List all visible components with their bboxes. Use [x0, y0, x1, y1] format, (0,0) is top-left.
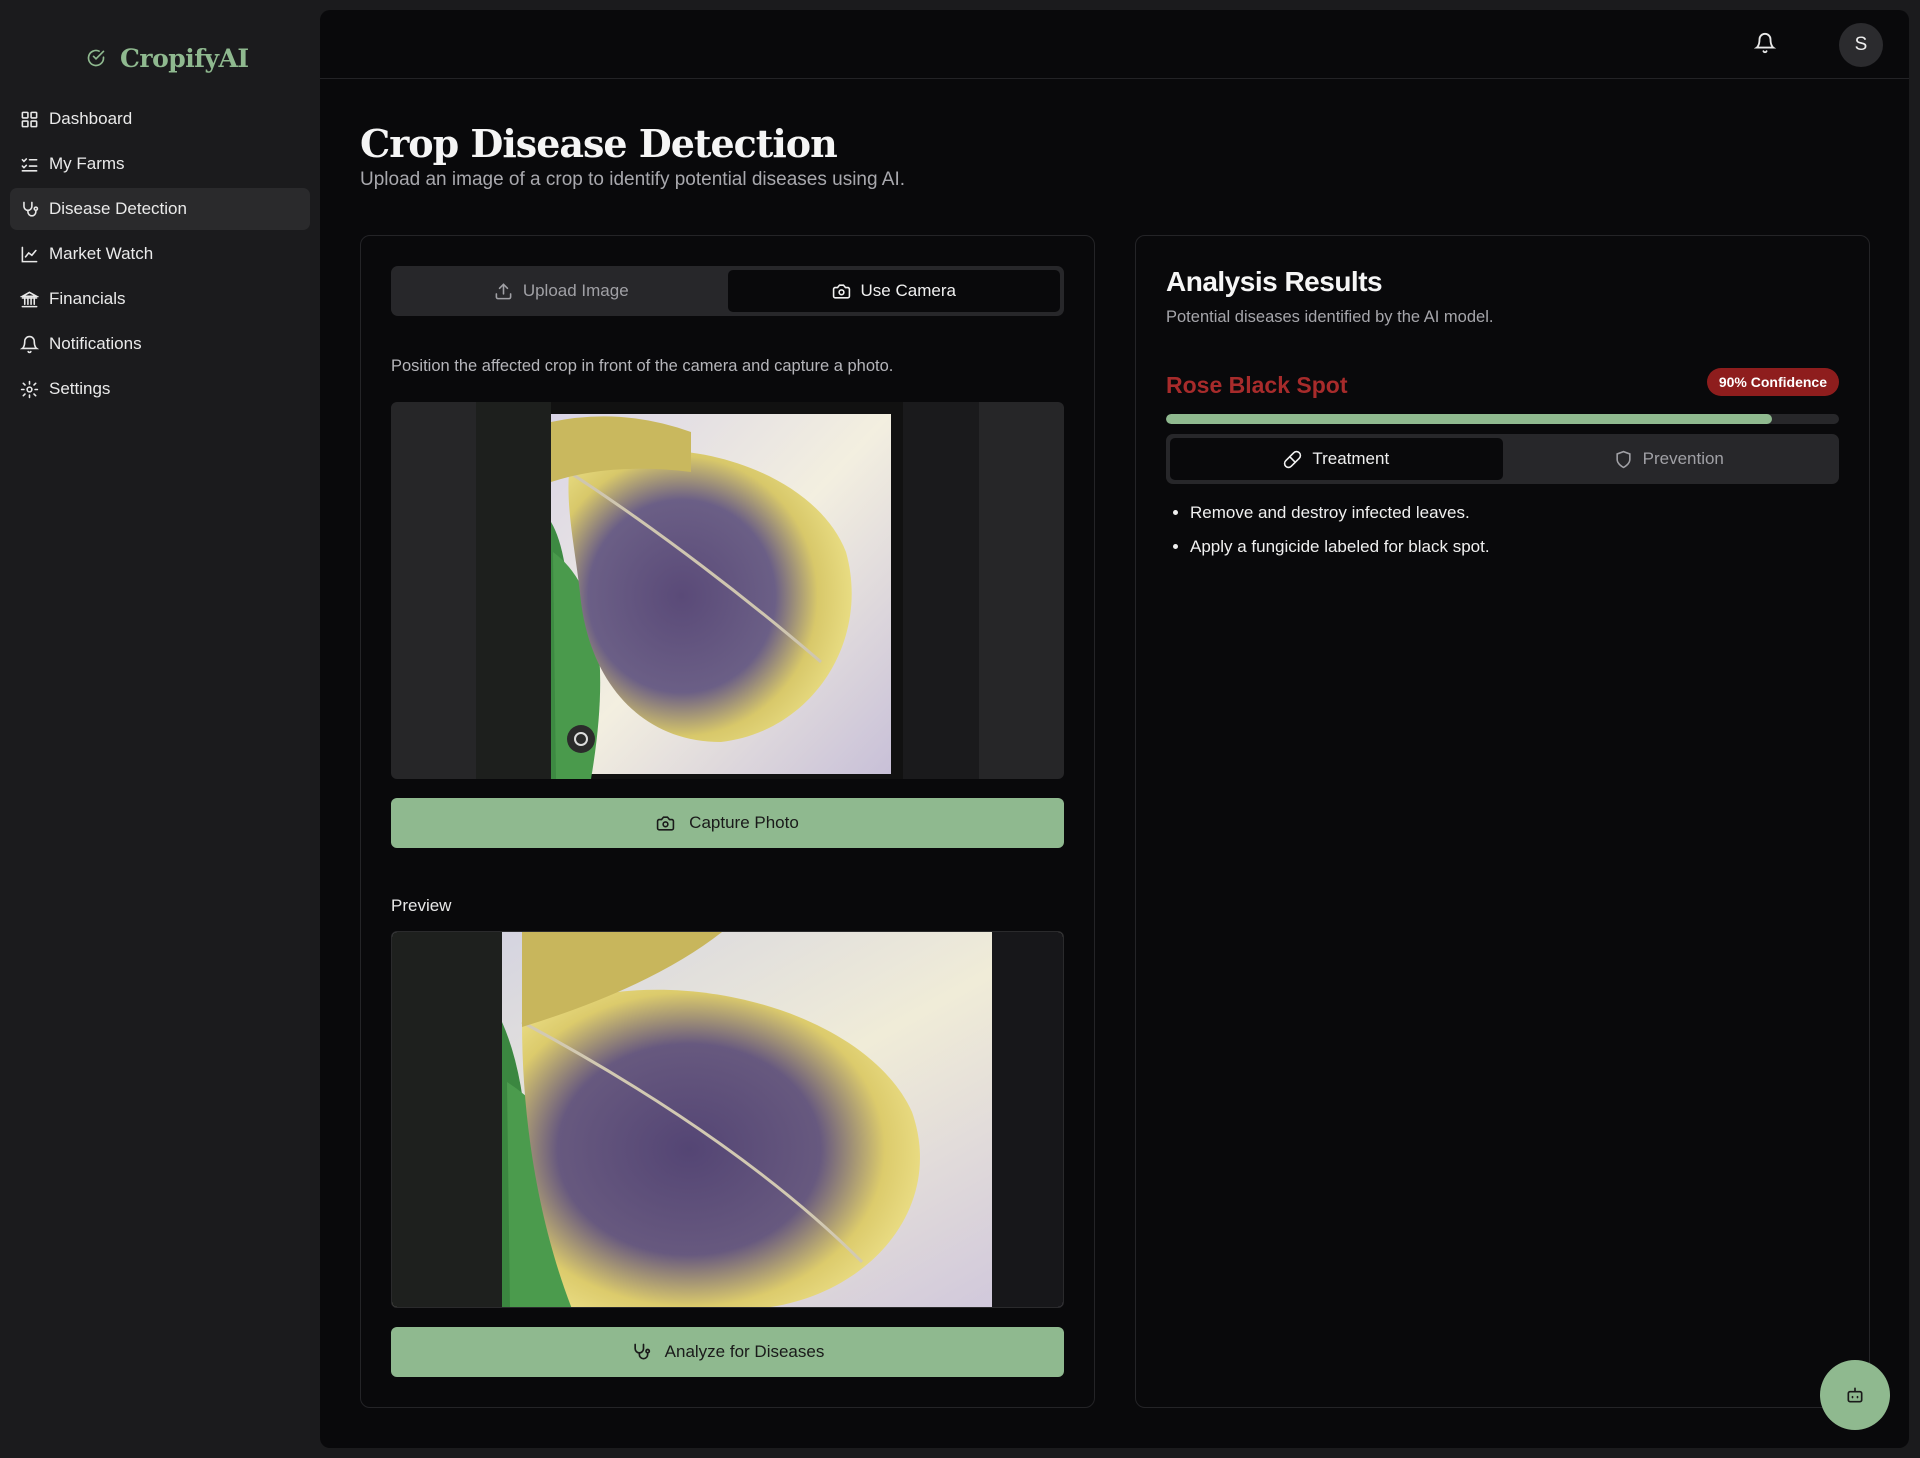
- preview-label: Preview: [391, 896, 452, 915]
- sidebar-item-notifications[interactable]: Notifications: [10, 323, 310, 365]
- confidence-bar-fill: [1166, 414, 1772, 424]
- sidebar-item-dashboard[interactable]: Dashboard: [10, 98, 310, 140]
- sidebar-item-label: Financials: [49, 289, 126, 308]
- brand-logo[interactable]: CropifyAI: [86, 38, 249, 78]
- sidebar-item-label: Market Watch: [49, 244, 154, 263]
- sidebar: CropifyAI Dashboard My Farms Disease Det…: [0, 0, 320, 1458]
- results-subtitle: Potential diseases identified by the AI …: [1166, 308, 1494, 326]
- tab-treatment[interactable]: Treatment: [1170, 438, 1503, 480]
- tab-upload-image[interactable]: Upload Image: [395, 270, 728, 312]
- tab-prevention[interactable]: Prevention: [1503, 438, 1836, 480]
- list-item: Apply a fungicide labeled for black spot…: [1190, 537, 1490, 557]
- tab-use-camera[interactable]: Use Camera: [727, 270, 1060, 312]
- analyze-label: Analyze for Diseases: [664, 1342, 825, 1361]
- sidebar-item-market-watch[interactable]: Market Watch: [10, 233, 310, 275]
- sidebar-item-label: Disease Detection: [49, 199, 187, 218]
- stethoscope-icon: [633, 1343, 650, 1360]
- page-subtitle: Upload an image of a crop to identify po…: [360, 169, 906, 190]
- bell-icon: [20, 335, 39, 353]
- sidebar-item-label: Dashboard: [49, 109, 133, 128]
- confidence-bar: [1166, 414, 1839, 424]
- sidebar-item-label: Settings: [49, 379, 111, 398]
- confidence-badge: 90% Confidence: [1706, 368, 1839, 396]
- sidebar-item-settings[interactable]: Settings: [10, 368, 310, 410]
- disease-name: Rose Black Spot: [1166, 372, 1348, 398]
- input-mode-tabs: Upload Image Use Camera: [391, 266, 1064, 316]
- results-title: Analysis Results: [1166, 266, 1383, 297]
- main-panel: S Crop Disease Detection Upload an image…: [320, 10, 1909, 1448]
- chatbot-button[interactable]: [1820, 1360, 1890, 1430]
- results-tabs: Treatment Prevention: [1166, 434, 1839, 484]
- gear-icon: [20, 380, 39, 398]
- camera-icon: [656, 815, 675, 831]
- sidebar-item-label: Notifications: [49, 334, 142, 353]
- user-avatar[interactable]: S: [1839, 23, 1883, 67]
- list-item: Remove and destroy infected leaves.: [1190, 503, 1490, 523]
- sidebar-nav: Dashboard My Farms Disease Detection Mar…: [10, 98, 310, 413]
- preview-image: [391, 931, 1064, 1308]
- camera-feed-image: [476, 402, 979, 779]
- notifications-bell-icon[interactable]: [1754, 32, 1776, 54]
- pill-icon: [1284, 450, 1302, 468]
- stethoscope-icon: [23, 201, 39, 217]
- camera-hint: Position the affected crop in front of t…: [391, 357, 894, 375]
- camera-icon: [832, 283, 850, 299]
- bank-icon: [20, 290, 39, 307]
- line-chart-icon: [21, 246, 38, 262]
- tab-label: Use Camera: [860, 281, 956, 300]
- sidebar-item-my-farms[interactable]: My Farms: [10, 143, 310, 185]
- sidebar-item-label: My Farms: [49, 154, 125, 173]
- bot-icon: [1847, 1387, 1863, 1403]
- capture-photo-button[interactable]: Capture Photo: [391, 798, 1064, 848]
- camera-feed[interactable]: [391, 402, 1064, 779]
- capture-photo-label: Capture Photo: [689, 813, 799, 832]
- upload-icon: [495, 282, 512, 299]
- sidebar-item-financials[interactable]: Financials: [10, 278, 310, 320]
- check-circle-icon: [87, 49, 105, 67]
- brand-name: CropifyAI: [120, 43, 249, 73]
- sidebar-item-disease-detection[interactable]: Disease Detection: [10, 188, 310, 230]
- analyze-button[interactable]: Analyze for Diseases: [391, 1327, 1064, 1377]
- shield-icon: [1615, 450, 1631, 468]
- tab-label: Prevention: [1642, 449, 1724, 468]
- top-bar: S: [320, 10, 1909, 79]
- tab-label: Upload Image: [522, 281, 629, 300]
- analysis-results-card: Analysis Results Potential diseases iden…: [1135, 235, 1870, 1408]
- tab-label: Treatment: [1312, 449, 1390, 468]
- dashboard-grid-icon: [21, 111, 38, 127]
- list-checks-icon: [21, 157, 38, 172]
- image-input-card: Upload Image Use Camera Position the aff…: [360, 235, 1095, 1408]
- page-title: Crop Disease Detection: [360, 121, 838, 166]
- treatment-list: Remove and destroy infected leaves. Appl…: [1166, 503, 1490, 571]
- preview-photo: [392, 932, 1063, 1307]
